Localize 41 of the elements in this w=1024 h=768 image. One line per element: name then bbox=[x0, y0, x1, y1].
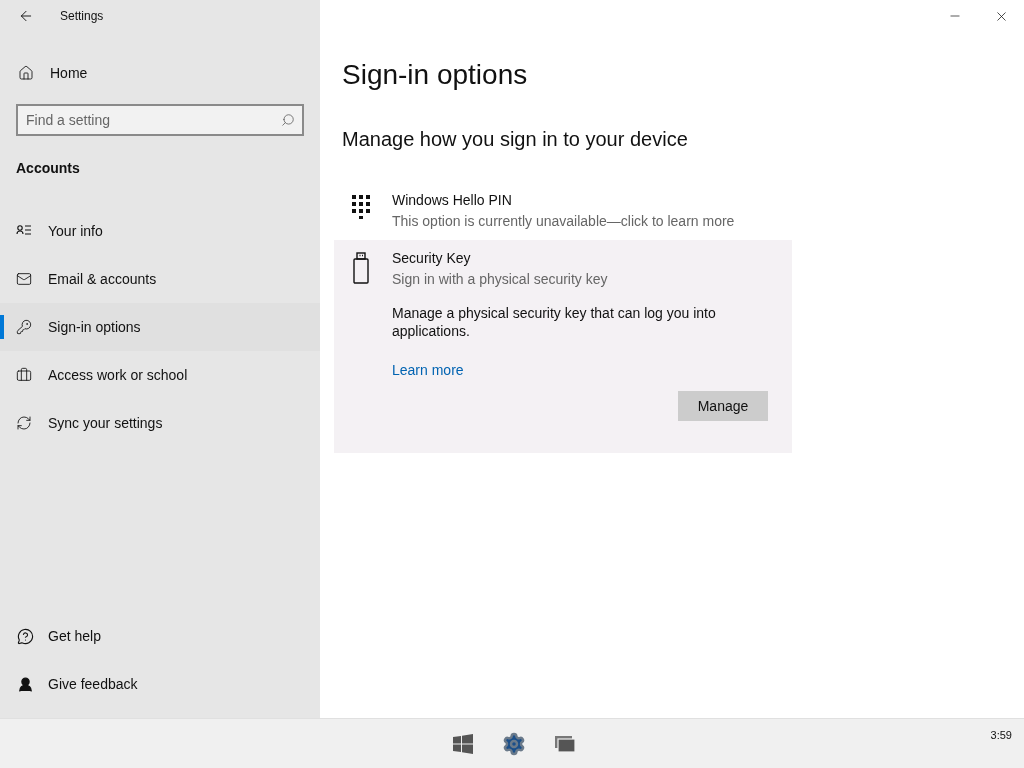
home-nav-item[interactable]: Home bbox=[0, 56, 320, 90]
search-field[interactable]: Find a setting bbox=[16, 104, 304, 136]
envelope-icon bbox=[16, 271, 32, 287]
nav-item[interactable]: Email & accounts bbox=[0, 255, 320, 303]
selection-bar bbox=[0, 315, 4, 339]
person-feedback-icon bbox=[17, 675, 34, 693]
nav-item[interactable]: Access work or school bbox=[0, 351, 320, 399]
window-title: Settings bbox=[60, 8, 104, 25]
home-icon bbox=[18, 65, 34, 81]
search-icon bbox=[281, 113, 295, 127]
option-title: Windows Hello PIN bbox=[392, 191, 513, 210]
help-bubble-icon bbox=[17, 627, 34, 645]
keypad-icon bbox=[351, 194, 371, 219]
learn-more-link[interactable]: Learn more bbox=[392, 360, 464, 381]
windows-stack-icon bbox=[554, 734, 576, 753]
gear-icon bbox=[502, 731, 526, 756]
nav-item[interactable]: Sign-in options bbox=[0, 303, 320, 351]
task-view-button[interactable] bbox=[554, 734, 576, 753]
manage-button[interactable]: Manage bbox=[678, 391, 768, 421]
section-title: Manage how you sign in to your device bbox=[342, 127, 689, 152]
sign-in-option[interactable]: Security Key Sign in with a physical security key Manage a physical security key that can log you into applications. Learn more Manage bbox=[334, 240, 792, 453]
nav-item[interactable]: Sync your settings bbox=[0, 399, 320, 447]
key-icon bbox=[16, 319, 32, 335]
section-heading: Accounts bbox=[15, 159, 81, 178]
sync-icon bbox=[16, 415, 32, 431]
option-description: Sign in with a physical security key bbox=[392, 270, 609, 289]
clock: 3:59 bbox=[990, 728, 1012, 743]
briefcase-icon bbox=[16, 367, 32, 383]
option-description: This option is currently unavailable—click to learn more bbox=[392, 212, 736, 231]
start-button[interactable] bbox=[452, 732, 474, 755]
windows-logo-icon bbox=[453, 733, 473, 754]
help-link[interactable]: Give feedback bbox=[0, 660, 320, 708]
nav-item[interactable]: Your info bbox=[0, 207, 320, 255]
settings-taskbar-button[interactable] bbox=[502, 731, 526, 756]
usb-key-icon bbox=[351, 252, 371, 284]
sign-in-option[interactable]: Windows Hello PIN This option is currently unavailable—click to learn more bbox=[334, 182, 792, 240]
help-link[interactable]: Get help bbox=[0, 612, 320, 660]
back-arrow-icon bbox=[18, 8, 34, 24]
option-title: Security Key bbox=[392, 249, 472, 268]
option-details: Manage a physical security key that can log you into applications. bbox=[392, 304, 717, 340]
page-title: Sign-in options bbox=[342, 58, 529, 92]
